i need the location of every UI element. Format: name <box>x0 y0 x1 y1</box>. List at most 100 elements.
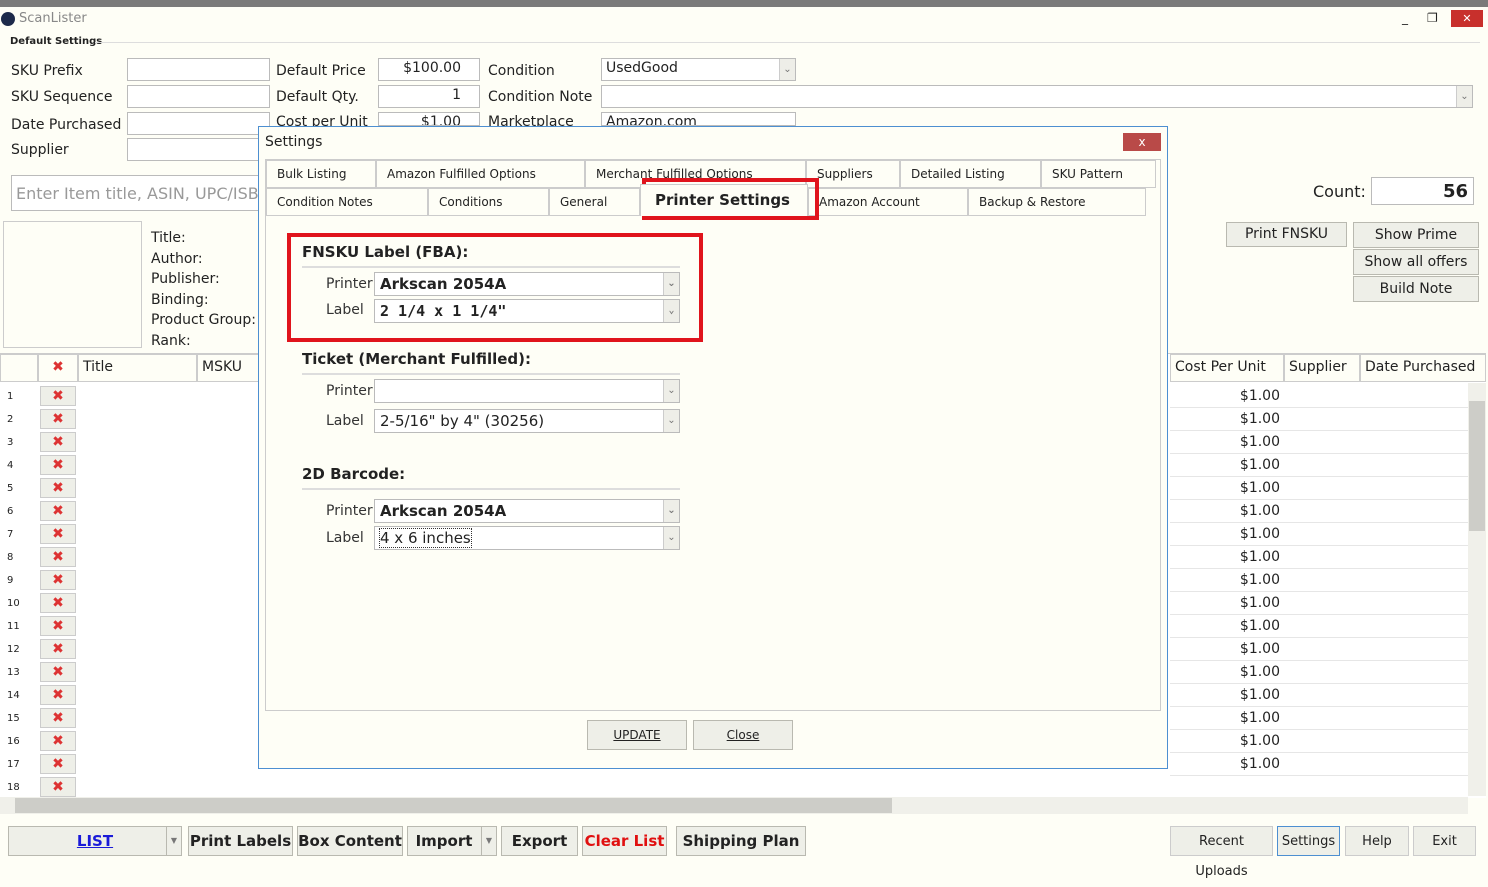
delete-row-icon[interactable]: ✖ <box>40 731 76 751</box>
barcode-section-title: 2D Barcode: <box>302 465 406 483</box>
column-header-supplier[interactable]: Supplier <box>1284 354 1360 382</box>
dialog-close-icon[interactable]: x <box>1123 133 1161 151</box>
delete-row-icon[interactable]: ✖ <box>40 662 76 682</box>
tab-general[interactable]: General <box>549 188 640 216</box>
row-divider <box>1170 775 1468 776</box>
tab-amazon-account[interactable]: Amazon Account <box>808 188 968 216</box>
cost-cell: $1.00 <box>1239 457 1280 473</box>
barcode-printer-select[interactable]: Arkscan 2054A ⌄ <box>374 499 680 523</box>
delete-row-icon[interactable]: ✖ <box>40 409 76 429</box>
show-prime-button[interactable]: Show Prime <box>1353 222 1479 248</box>
delete-row-icon[interactable]: ✖ <box>40 639 76 659</box>
print-labels-button[interactable]: Print Labels <box>188 826 293 856</box>
delete-row-icon[interactable]: ✖ <box>40 570 76 590</box>
close-button[interactable]: Close <box>693 720 793 750</box>
row-number: 2 <box>7 414 14 425</box>
row-number: 1 <box>7 391 14 402</box>
print-fnsku-button[interactable]: Print FNSKU <box>1226 222 1347 247</box>
column-header-title[interactable]: Title <box>78 354 197 382</box>
sku-sequence-input[interactable] <box>127 85 270 108</box>
search-input[interactable]: Enter Item title, ASIN, UPC/ISBN/EAN <box>11 175 261 211</box>
delete-row-icon[interactable]: ✖ <box>40 708 76 728</box>
barcode-label-select[interactable]: 4 x 6 inches ⌄ <box>374 526 680 550</box>
fnsku-label-select[interactable]: 2 1/4 x 1 1/4" ⌄ <box>374 299 680 323</box>
row-number: 13 <box>7 667 20 678</box>
divider <box>302 488 680 490</box>
update-button[interactable]: UPDATE <box>587 720 687 750</box>
box-content-button[interactable]: Box Content <box>297 826 403 856</box>
delete-column-header-icon: ✖ <box>38 354 78 382</box>
clear-list-button[interactable]: Clear List <box>582 826 667 856</box>
row-divider <box>1170 568 1468 569</box>
recent-uploads-button[interactable]: Recent Uploads <box>1170 826 1273 879</box>
export-button[interactable]: Export <box>501 826 578 856</box>
column-header-msku[interactable]: MSKU <box>197 354 267 382</box>
condition-note-select[interactable]: ⌄ <box>601 85 1473 108</box>
tab-condition-notes[interactable]: Condition Notes <box>266 188 428 216</box>
close-window-button[interactable]: ✕ <box>1451 10 1483 27</box>
build-note-button[interactable]: Build Note <box>1353 276 1479 302</box>
default-settings-label: Default Settings <box>10 36 103 47</box>
minimize-button[interactable]: _ <box>1402 11 1408 25</box>
fnsku-printer-select[interactable]: Arkscan 2054A ⌄ <box>374 272 680 296</box>
tab-conditions[interactable]: Conditions <box>428 188 549 216</box>
delete-row-icon[interactable]: ✖ <box>40 386 76 406</box>
tab-amazon-fulfilled-options[interactable]: Amazon Fulfilled Options <box>376 160 585 188</box>
row-divider <box>1170 522 1468 523</box>
delete-row-icon[interactable]: ✖ <box>40 593 76 613</box>
supplier-input[interactable] <box>127 138 270 161</box>
author-label: Author: <box>151 250 203 267</box>
row-number: 7 <box>7 529 14 540</box>
shipping-plan-button[interactable]: Shipping Plan <box>676 826 806 856</box>
tab-detailed-listing[interactable]: Detailed Listing <box>900 160 1041 188</box>
marketplace-select[interactable]: Amazon.com <box>601 112 796 126</box>
date-purchased-input[interactable] <box>127 112 270 135</box>
condition-select[interactable]: UsedGood ⌄ <box>601 58 796 81</box>
delete-row-icon[interactable]: ✖ <box>40 547 76 567</box>
delete-row-icon[interactable]: ✖ <box>40 524 76 544</box>
exit-button[interactable]: Exit <box>1413 826 1476 856</box>
chevron-down-icon: ⌄ <box>663 410 679 432</box>
list-dropdown-icon[interactable]: ▼ <box>166 826 182 856</box>
import-dropdown-icon[interactable]: ▼ <box>481 826 497 856</box>
ticket-printer-select[interactable]: ⌄ <box>374 379 680 403</box>
row-number: 18 <box>7 782 20 793</box>
row-divider <box>1170 752 1468 753</box>
delete-row-icon[interactable]: ✖ <box>40 754 76 774</box>
tab-suppliers[interactable]: Suppliers <box>806 160 900 188</box>
tab-printer-settings[interactable]: Printer Settings <box>640 184 808 216</box>
help-button[interactable]: Help <box>1345 826 1409 856</box>
settings-button[interactable]: Settings <box>1277 826 1340 856</box>
sku-prefix-input[interactable] <box>127 58 270 81</box>
delete-row-icon[interactable]: ✖ <box>40 501 76 521</box>
column-header-cost-per-unit[interactable]: Cost Per Unit <box>1170 354 1284 382</box>
scrollbar-thumb[interactable] <box>1469 401 1485 531</box>
delete-row-icon[interactable]: ✖ <box>40 777 76 797</box>
column-header-date-purchased[interactable]: Date Purchased <box>1360 354 1486 382</box>
tab-bulk-listing[interactable]: Bulk Listing <box>266 160 376 188</box>
product-group-label: Product Group: <box>151 312 256 328</box>
vertical-scrollbar[interactable] <box>1468 383 1486 796</box>
default-price-input[interactable]: $100.00 <box>378 58 480 81</box>
settings-dialog: Settings x Bulk Listing Amazon Fulfilled … <box>258 126 1168 769</box>
fnsku-label-label: Label <box>326 302 364 318</box>
default-qty-input[interactable]: 1 <box>378 85 480 108</box>
tab-backup-restore[interactable]: Backup & Restore <box>968 188 1146 216</box>
scrollbar-thumb[interactable] <box>15 798 892 813</box>
row-divider <box>1170 453 1468 454</box>
show-all-offers-button[interactable]: Show all offers <box>1353 249 1479 275</box>
delete-row-icon[interactable]: ✖ <box>40 478 76 498</box>
delete-row-icon[interactable]: ✖ <box>40 432 76 452</box>
delete-row-icon[interactable]: ✖ <box>40 455 76 475</box>
top-border <box>0 0 1488 7</box>
cost-per-unit-input[interactable]: $1.00 <box>378 112 480 126</box>
list-button[interactable]: LIST <box>8 826 182 856</box>
tab-sku-pattern[interactable]: SKU Pattern <box>1041 160 1156 188</box>
barcode-printer-label: Printer <box>326 503 373 519</box>
restore-button[interactable]: ❐ <box>1427 11 1438 25</box>
horizontal-scrollbar[interactable] <box>0 797 1468 814</box>
ticket-label-select[interactable]: 2-5/16" by 4" (30256) ⌄ <box>374 409 680 433</box>
delete-row-icon[interactable]: ✖ <box>40 616 76 636</box>
delete-row-icon[interactable]: ✖ <box>40 685 76 705</box>
divider <box>95 42 1480 43</box>
